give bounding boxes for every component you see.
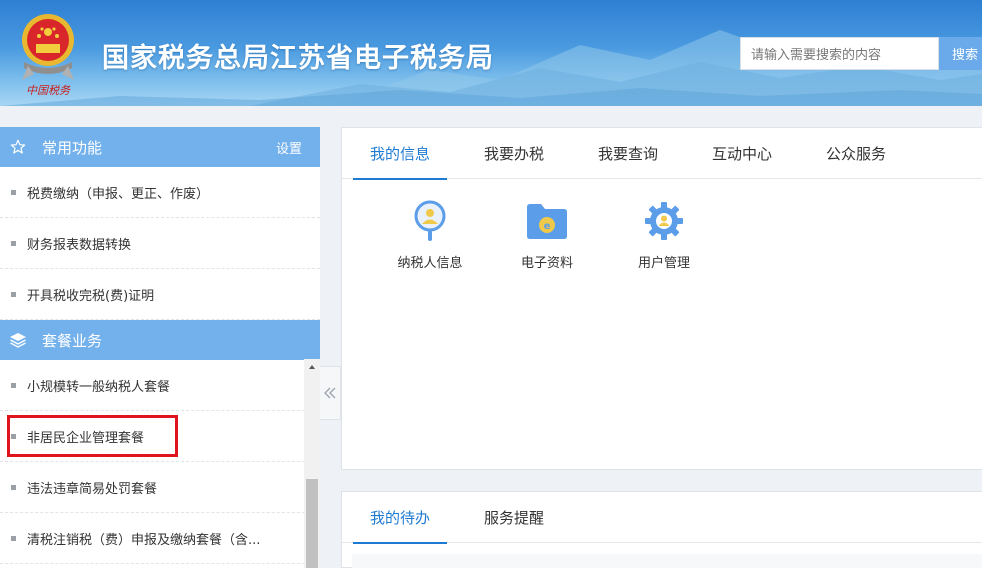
menu-item-label: 违法违章简易处罚套餐 bbox=[27, 481, 158, 497]
tab-inquiry[interactable]: 我要查询 bbox=[581, 128, 675, 179]
section-common-functions: 常用功能 设置 bbox=[0, 127, 320, 167]
site-header: 中国税务 国家税务总局江苏省电子税务局 请输入需要搜索的内容 搜索 bbox=[0, 0, 982, 106]
emblem-caption: 中国税务 bbox=[26, 84, 71, 97]
menu-item-label: 小规模转一般纳税人套餐 bbox=[27, 379, 171, 395]
taxpayer-info-icon bbox=[407, 198, 453, 244]
my-todo-panel: 我的待办 服务提醒 bbox=[341, 491, 982, 568]
svg-text:e: e bbox=[544, 221, 551, 232]
bullet-icon bbox=[11, 240, 16, 246]
tab-interaction-center[interactable]: 互动中心 bbox=[695, 128, 789, 179]
menu-item-violation-penalty[interactable]: 违法违章简易处罚套餐 bbox=[0, 462, 320, 513]
search-input[interactable]: 请输入需要搜索的内容 bbox=[740, 37, 939, 70]
function-user-management[interactable]: 用户管理 bbox=[614, 198, 714, 271]
menu-item-tax-certificate[interactable]: 开具税收完税(费)证明 bbox=[0, 269, 320, 320]
function-label: 电子资料 bbox=[520, 256, 573, 271]
menu-item-tax-payment[interactable]: 税费缴纳（申报、更正、作废） bbox=[0, 167, 320, 218]
bullet-icon bbox=[11, 291, 16, 297]
double-chevron-left-icon bbox=[324, 387, 336, 399]
section-title: 常用功能 bbox=[42, 138, 103, 157]
user-settings-gear-icon bbox=[641, 198, 687, 244]
tab-service-reminder[interactable]: 服务提醒 bbox=[467, 492, 561, 543]
todo-tab-bar: 我的待办 服务提醒 bbox=[342, 492, 982, 544]
function-label: 用户管理 bbox=[637, 256, 690, 271]
tab-my-todo[interactable]: 我的待办 bbox=[353, 492, 447, 544]
settings-link[interactable]: 设置 bbox=[276, 138, 302, 157]
tax-emblem-logo: 中国税务 bbox=[14, 8, 82, 100]
sidebar: 常用功能 设置 税费缴纳（申报、更正、作废） 财务报表数据转换 开具税收完税(费… bbox=[0, 127, 320, 568]
function-label: 纳税人信息 bbox=[397, 256, 463, 271]
menu-item-deregistration[interactable]: 清税注销税（费）申报及缴纳套餐（含... bbox=[0, 513, 320, 564]
todo-content-area bbox=[352, 554, 982, 568]
function-taxpayer-info[interactable]: 纳税人信息 bbox=[380, 198, 480, 271]
sidebar-scrollbar[interactable] bbox=[304, 359, 320, 568]
scroll-thumb[interactable] bbox=[306, 479, 318, 568]
menu-item-label: 财务报表数据转换 bbox=[27, 237, 132, 253]
site-title: 国家税务总局江苏省电子税务局 bbox=[102, 43, 494, 74]
bullet-icon bbox=[11, 484, 16, 490]
electronic-folder-icon: e bbox=[524, 198, 570, 244]
tab-tax-handling[interactable]: 我要办税 bbox=[467, 128, 561, 179]
bullet-icon bbox=[11, 535, 16, 541]
my-info-panel: 我的信息 我要办税 我要查询 互动中心 公众服务 纳税人信息 e 电子资料 用户… bbox=[341, 127, 982, 470]
menu-item-small-scale-conversion[interactable]: 小规模转一般纳税人套餐 bbox=[0, 360, 320, 411]
tab-my-info[interactable]: 我的信息 bbox=[353, 128, 447, 180]
section-package-services: 套餐业务 bbox=[0, 320, 320, 360]
sidebar-collapse-button[interactable] bbox=[320, 366, 341, 420]
info-tab-bar: 我的信息 我要办税 我要查询 互动中心 公众服务 bbox=[342, 128, 982, 180]
section-title: 套餐业务 bbox=[42, 331, 103, 350]
bullet-icon bbox=[11, 382, 16, 388]
menu-item-financial-report-conversion[interactable]: 财务报表数据转换 bbox=[0, 218, 320, 269]
layers-icon bbox=[8, 330, 28, 350]
menu-item-label: 开具税收完税(费)证明 bbox=[27, 288, 155, 304]
search-button[interactable]: 搜索 bbox=[939, 37, 982, 70]
highlight-box bbox=[7, 415, 178, 457]
tab-public-service[interactable]: 公众服务 bbox=[809, 128, 903, 179]
star-icon bbox=[8, 137, 28, 157]
scroll-up-arrow-icon[interactable] bbox=[304, 359, 320, 375]
function-electronic-documents[interactable]: e 电子资料 bbox=[497, 198, 597, 271]
menu-item-label: 清税注销税（费）申报及缴纳套餐（含... bbox=[27, 532, 261, 548]
menu-item-label: 税费缴纳（申报、更正、作废） bbox=[27, 186, 210, 202]
bullet-icon bbox=[11, 189, 16, 195]
